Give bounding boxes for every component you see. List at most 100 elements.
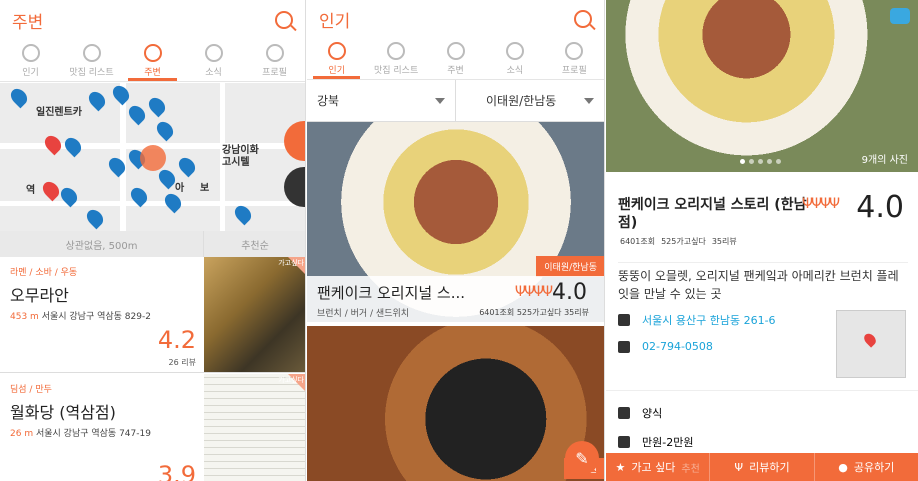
tab-restaurant-list[interactable]: 맛집 리스트: [61, 40, 122, 81]
search-icon[interactable]: [574, 10, 592, 28]
price-row: 만원-2만원: [618, 434, 693, 450]
fork-rating-icon: ΨΨΨΨ: [802, 196, 840, 212]
restaurant-description: 뚱뚱이 오믈렛, 오리지널 팬케잌과 아메리칸 브런치 플레잇을 만날 수 있는…: [618, 262, 908, 303]
tab-bar: 인기 맛집 리스트 주변 소식 프로필: [0, 40, 305, 82]
share-button[interactable]: ● 공유하기: [815, 453, 918, 481]
page-title: 인기: [319, 11, 351, 32]
item-photo[interactable]: 가고싶다: [204, 374, 305, 481]
want-button[interactable]: ★ 가고 싶다 추천: [606, 453, 711, 481]
restaurant-list-item[interactable]: 딤섬 / 만두 월화당 (역삼점) 26 m 서울시 강남구 역삼동 747-1…: [0, 374, 305, 481]
filter-button[interactable]: [284, 121, 305, 161]
item-distance: 26 m: [10, 429, 34, 439]
map-pin[interactable]: [231, 202, 255, 226]
price-range: 만원-2만원: [642, 436, 694, 449]
tab-news[interactable]: 소식: [485, 38, 544, 79]
item-address: 서울시 강남구 역삼동 829-2: [41, 312, 151, 322]
app-bar: 인기: [307, 0, 604, 38]
map-pin[interactable]: [85, 88, 109, 112]
popular-screen: 인기 인기 맛집 리스트 주변 소식 프로필 강북 이태원/한남동 이태원/한남…: [307, 0, 605, 481]
chat-icon: [204, 43, 223, 62]
search-icon[interactable]: [275, 11, 293, 29]
item-name: 오무라안: [10, 286, 69, 305]
mini-map[interactable]: [836, 310, 906, 378]
card-stats: 6401조회 525가고싶다 35리뷰: [479, 308, 589, 317]
tab-restaurant-list[interactable]: 맛집 리스트: [366, 38, 425, 79]
phone-icon: [618, 340, 630, 353]
tab-nearby[interactable]: 주변: [426, 38, 485, 79]
address-row[interactable]: 서울시 용산구 한남동 261-6: [618, 312, 776, 328]
phone-link[interactable]: 02-794-0508: [642, 340, 713, 353]
map-pin[interactable]: [125, 102, 149, 126]
tab-bar: 인기 맛집 리스트 주변 소식 프로필: [307, 38, 604, 80]
map-pin: [861, 331, 879, 348]
chat-icon: [505, 41, 524, 60]
map-label: 고시텔: [222, 157, 250, 168]
tab-nearby[interactable]: 주변: [122, 40, 183, 81]
action-bar: ★ 가고 싶다 추천 Ψ 리뷰하기 ● 공유하기: [606, 453, 918, 481]
write-review-button[interactable]: ✎: [565, 441, 599, 475]
item-distance: 453 m: [10, 312, 39, 322]
item-reviews: 26 리뷰: [168, 358, 196, 367]
map-view[interactable]: 일진렌트카 강남이화 고시텔 아 보 역: [0, 83, 305, 231]
map-pin[interactable]: [175, 154, 199, 178]
item-photo[interactable]: 가고싶다: [204, 257, 305, 372]
restaurant-stats: 6401조회 525가고싶다 35리뷰: [620, 236, 737, 247]
review-button[interactable]: Ψ 리뷰하기: [710, 453, 815, 481]
map-pin[interactable]: [61, 134, 85, 158]
item-category: 딤섬 / 만두: [10, 385, 52, 395]
distance-filter[interactable]: 상관없음, 500m: [0, 231, 204, 257]
restaurant-card[interactable]: 이태원: [307, 326, 604, 481]
phone-row[interactable]: 02-794-0508: [618, 340, 713, 353]
map-pin[interactable]: [109, 83, 133, 106]
map-pin-selected[interactable]: [39, 178, 63, 202]
tab-news[interactable]: 소식: [183, 40, 244, 81]
item-address-line: 26 m 서울시 강남구 역삼동 747-19: [10, 426, 194, 439]
map-label: 보: [200, 183, 210, 194]
map-pin[interactable]: [83, 206, 107, 230]
tab-popular[interactable]: 인기: [307, 38, 366, 79]
restaurant-score: 4.0: [856, 190, 904, 225]
map-label: 역: [26, 185, 36, 196]
area-select[interactable]: 이태원/한남동: [456, 80, 604, 121]
divider: [606, 390, 918, 391]
want-badge: 가고싶다: [278, 376, 304, 384]
tab-profile[interactable]: 프로필: [244, 40, 305, 81]
card-info: 팬케이크 오리지널 스... 브런치 / 버거 / 샌드위치 ΨΨΨΨ 4.0 …: [307, 276, 604, 322]
address-link[interactable]: 서울시 용산구 한남동 261-6: [642, 312, 776, 328]
map-pin-selected[interactable]: [41, 132, 65, 156]
item-name: 월화당 (역삼점): [10, 403, 116, 422]
sort-order[interactable]: 추천순: [204, 231, 305, 257]
map-road: [120, 83, 126, 231]
compass-icon: [446, 41, 465, 60]
region-select[interactable]: 강북: [307, 80, 456, 121]
smile-icon: [327, 41, 346, 60]
restaurant-card[interactable]: 이태원/한남동 팬케이크 오리지널 스... 브런치 / 버거 / 샌드위치 Ψ…: [307, 122, 604, 322]
map-pin[interactable]: [7, 85, 31, 109]
map-pin[interactable]: [153, 118, 177, 142]
map-pin[interactable]: [145, 94, 169, 118]
compass-icon: [143, 43, 162, 62]
tab-profile[interactable]: 프로필: [545, 38, 604, 79]
item-address-line: 453 m 서울시 강남구 역삼동 829-2: [10, 309, 194, 322]
item-category: 라멘 / 소바 / 우동: [10, 268, 78, 278]
camera-icon[interactable]: [890, 8, 910, 24]
region-selectors: 강북 이태원/한남동: [307, 80, 604, 122]
money-icon: [618, 436, 630, 448]
photo-count[interactable]: 9개의 사진: [862, 151, 908, 166]
item-info: 딤섬 / 만두 월화당 (역삼점) 26 m 서울시 강남구 역삼동 747-1…: [0, 374, 204, 481]
person-icon: [565, 41, 584, 60]
reviews-count: 35리뷰: [711, 237, 737, 246]
want-badge: 가고싶다: [278, 259, 304, 267]
sort-bar: 상관없음, 500m 추천순: [0, 231, 305, 257]
map-pin[interactable]: [161, 190, 185, 214]
item-score: 3.9: [157, 461, 196, 481]
cuisine: 양식: [642, 407, 663, 420]
area-tag: 이태원/한남동: [536, 256, 604, 277]
pencil-icon: ✎: [575, 448, 589, 468]
fork-rating-icon: ΨΨΨΨ: [514, 284, 553, 300]
tab-popular[interactable]: 인기: [0, 40, 61, 81]
views-count: 6401조회: [620, 237, 656, 246]
restaurant-list-item[interactable]: 라멘 / 소바 / 우동 오무라안 453 m 서울시 강남구 역삼동 829-…: [0, 257, 305, 373]
current-location-icon: [140, 145, 166, 171]
photo-gallery[interactable]: 9개의 사진: [606, 0, 918, 172]
